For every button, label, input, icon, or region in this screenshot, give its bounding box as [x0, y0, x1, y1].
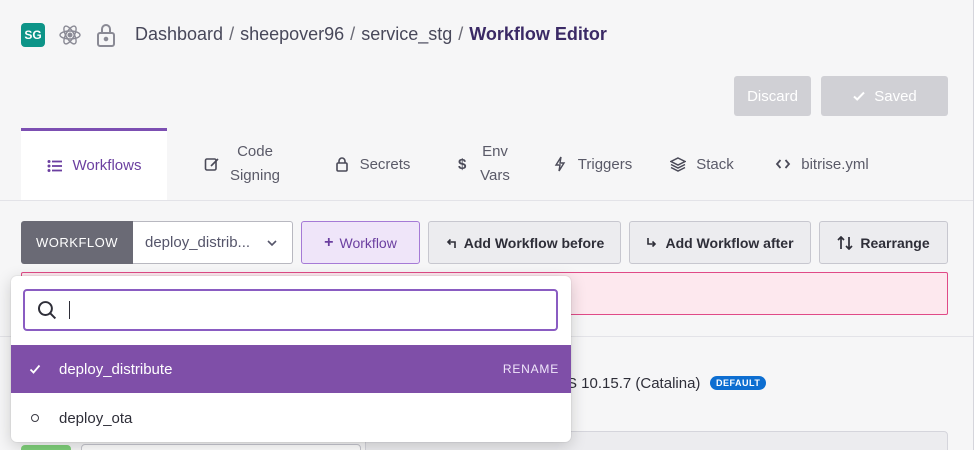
lock-icon	[97, 24, 115, 47]
breadcrumb-separator: /	[458, 24, 464, 44]
tab-label: bitrise.yml	[801, 155, 869, 173]
add-workflow-button[interactable]: + Workflow	[301, 221, 420, 264]
code-icon	[776, 159, 791, 169]
swap-vertical-icon	[837, 235, 853, 250]
input-field[interactable]	[81, 444, 361, 450]
circle-icon	[11, 414, 59, 422]
stack-name: S 10.15.7 (Catalina)	[567, 375, 701, 392]
discard-button[interactable]: Discard	[734, 76, 811, 116]
tab-env-vars[interactable]: $ Env Vars	[427, 128, 537, 200]
saved-label: Saved	[874, 87, 917, 105]
add-workflow-label: Workflow	[339, 234, 397, 251]
arrow-down-right-icon	[647, 237, 657, 247]
breadcrumb-dashboard[interactable]: Dashboard	[135, 24, 223, 44]
workflow-select-value: deploy_distrib...	[145, 234, 251, 251]
search-box[interactable]	[23, 289, 558, 331]
breadcrumb-app[interactable]: service_stg	[361, 24, 452, 44]
check-icon	[11, 363, 59, 375]
dropdown-item-deploy-ota[interactable]: deploy_ota	[11, 394, 571, 442]
rearrange-button[interactable]: Rearrange	[819, 221, 948, 264]
check-icon	[853, 91, 865, 101]
page-title: Workflow Editor	[469, 24, 607, 44]
scrollbar[interactable]	[973, 0, 977, 450]
breadcrumb-org[interactable]: sheepover96	[240, 24, 344, 44]
search-input[interactable]	[79, 301, 556, 319]
breadcrumb-separator: /	[229, 24, 235, 44]
top-bar: SG Dashboard / sheepover96/service_stg / Wor…	[0, 0, 977, 70]
search-icon	[37, 301, 57, 320]
breadcrumb-separator: /	[350, 24, 356, 44]
rearrange-label: Rearrange	[860, 234, 930, 251]
app-avatar[interactable]: SG	[21, 23, 45, 47]
tab-label-line: Env	[482, 143, 508, 160]
tab-secrets[interactable]: Secrets	[317, 128, 427, 200]
add-workflow-before-button[interactable]: Add Workflow before	[428, 221, 621, 264]
tab-label: Code Signing	[230, 140, 280, 188]
rename-button[interactable]: RENAME	[503, 362, 559, 376]
add-after-label: Add Workflow after	[665, 234, 794, 251]
tab-bitrise-yml[interactable]: bitrise.yml	[757, 128, 887, 200]
tab-label: Workflows	[72, 157, 142, 174]
tab-label: Triggers	[577, 155, 633, 173]
tab-workflows[interactable]: Workflows	[21, 128, 167, 200]
arrow-up-left-icon	[446, 238, 456, 248]
workflow-select[interactable]: deploy_distrib...	[133, 221, 293, 264]
plus-icon: +	[324, 233, 334, 251]
breadcrumb: Dashboard / sheepover96/service_stg / Workfl…	[135, 24, 607, 45]
tab-label-line: Vars	[480, 167, 510, 184]
tab-triggers[interactable]: Triggers	[537, 128, 647, 200]
tab-label: Secrets	[359, 155, 411, 173]
dropdown-item-label: deploy_ota	[59, 409, 133, 427]
tab-label-line: Code	[237, 143, 273, 160]
react-icon	[59, 25, 81, 45]
add-before-label: Add Workflow before	[463, 234, 605, 251]
tab-label: Stack	[696, 155, 734, 173]
dropdown-item-deploy-distribute[interactable]: deploy_distribute RENAME	[11, 345, 571, 393]
tab-bar: Workflows Code Signing Secrets $ Env Var…	[21, 128, 951, 200]
add-workflow-after-button[interactable]: Add Workflow after	[629, 221, 811, 264]
tab-label-line: Signing	[229, 167, 281, 184]
tab-code-signing[interactable]: Code Signing	[167, 128, 317, 200]
divider	[0, 200, 977, 201]
tab-label: Env Vars	[480, 140, 510, 188]
dropdown-item-label: deploy_distribute	[59, 360, 173, 378]
layers-icon	[670, 157, 687, 172]
default-badge: DEFAULT	[710, 376, 767, 390]
bolt-icon	[554, 156, 566, 172]
list-icon	[47, 159, 62, 172]
dollar-icon: $	[457, 155, 467, 173]
workflow-label: WORKFLOW	[21, 221, 133, 264]
edit-icon	[204, 158, 219, 171]
lock-icon	[335, 157, 348, 172]
tab-stack[interactable]: Stack	[647, 128, 757, 200]
text-caret	[68, 301, 70, 319]
chevron-down-icon	[267, 240, 277, 247]
saved-button[interactable]: Saved	[821, 76, 948, 116]
workflow-dropdown: deploy_distribute RENAME deploy_ota	[11, 276, 571, 442]
status-chip	[21, 445, 71, 450]
